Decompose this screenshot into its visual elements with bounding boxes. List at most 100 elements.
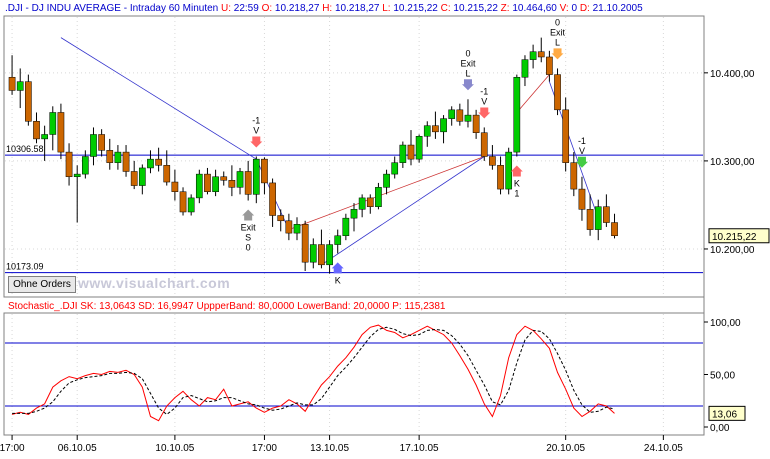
chart-window: .DJI - DJ INDU AVERAGE - Intraday 60 Min… [0,0,770,454]
candle-body [294,224,300,233]
candle-body [416,136,422,159]
header-field-label: C: [438,3,451,14]
signal-label: Exit [241,223,257,233]
candle-body [335,236,341,245]
candle-body [50,112,56,134]
stochastic-field-value: 13,0643 [96,301,135,312]
candle-body [432,126,438,132]
stochastic-header: Stochastic_.DJI SK: 13,0643 SD: 16,9947 … [8,301,446,312]
signal-label: 1 [514,189,519,199]
header-field-value: 10.215,22 [451,3,499,14]
x-tick-label: 20.10.05 [546,443,585,454]
candle-body [383,174,389,187]
header-field-value: 22:59 [231,3,259,14]
stochastic-field-label: SK: [77,301,96,312]
candle-body [107,150,113,162]
candle-body [310,245,316,263]
stoch-tick-label: 50,00 [710,371,735,382]
signal-label: 0 [555,17,560,27]
x-tick-label: 24.10.05 [644,443,683,454]
candle-body [473,115,479,133]
candle-body [538,52,544,57]
header-field-label: U: [218,3,231,14]
header-field-label: D: [577,3,590,14]
candle-body [587,209,593,229]
candle-body [326,245,332,265]
candle-body [286,221,292,233]
candle-body [457,110,463,121]
candle-body [367,198,373,207]
signal-label: K [514,179,520,189]
signal-label: L [465,68,470,78]
signal-label: -1 [480,86,488,96]
candle-body [392,163,398,174]
candle-body [82,157,88,175]
candle-body [90,134,96,156]
candle-body [595,207,601,230]
stochastic-field-label: LowerBand: [294,301,350,312]
chart-header: .DJI - DJ INDU AVERAGE - Intraday 60 Min… [5,3,643,14]
candle-body [481,133,487,157]
candle-body [424,126,430,137]
candle-body [9,77,15,90]
candle-body [131,171,137,185]
candle-body [261,159,267,183]
signal-label: 0 [465,48,470,58]
header-field-value: 10.218,27 [332,3,380,14]
current-price-value: 10.215,22 [712,232,757,243]
candle-body [237,171,243,187]
ohne-orders-button[interactable]: Ohne Orders [8,276,76,293]
candle-body [506,152,512,189]
candle-body [408,145,414,159]
header-field-value: 10.218,27 [272,3,320,14]
candle-body [497,165,503,189]
stochastic-field-label: P: [389,301,401,312]
candle-body [546,57,552,75]
level-label: 10306.58 [6,144,44,154]
stochastic-field-value: 20,0000 [351,301,390,312]
candle-body [245,171,251,194]
stochastic-name: Stochastic_.DJI [8,301,77,312]
y-tick-label: 10.400,00 [710,69,755,80]
x-tick-label: 10.10.05 [155,443,194,454]
candle-body [17,82,23,91]
x-tick-label: 17:00 [0,443,25,454]
header-field-label: L: [379,3,390,14]
x-tick-label: 17.10.05 [400,443,439,454]
candle-body [278,216,284,221]
candle-body [253,159,259,194]
header-field-value: 10.215,22 [391,3,439,14]
stoch-tick-label: 100,00 [710,318,741,329]
candle-body [196,174,202,198]
header-field-value: 21.10.2005 [590,3,643,14]
candle-body [164,165,170,182]
header-field-label: O: [259,3,272,14]
candle-body [563,110,569,163]
candle-body [375,187,381,206]
watermark: www.visualchart.com [78,275,230,291]
candle-body [571,163,577,189]
candle-body [269,183,275,216]
level-label: 10173.09 [6,262,44,272]
candle-body [66,152,72,177]
signal-label: L [555,37,560,47]
candle-body [188,198,194,212]
signal-label: V [481,96,487,106]
stochastic-field-label: UppperBand: [194,301,256,312]
candle-body [25,82,31,122]
stochastic-field-label: SD: [135,301,154,312]
time-x-axis: 17:0006.10.0510.10.0517:0013.10.0517.10.… [0,435,683,454]
stochastic-field-value: 16,9947 [155,301,194,312]
candle-body [221,177,227,181]
x-tick-label: 17:00 [252,443,277,454]
candle-body [229,180,235,187]
candle-body [400,145,406,163]
signal-label: K [335,275,341,285]
candle-body [139,168,145,186]
candle-body [58,112,64,152]
signal-label: V [253,126,259,136]
candle-body [603,207,609,223]
candle-body [489,157,495,166]
signal-label: 0 [246,243,251,253]
candle-body [180,192,186,212]
